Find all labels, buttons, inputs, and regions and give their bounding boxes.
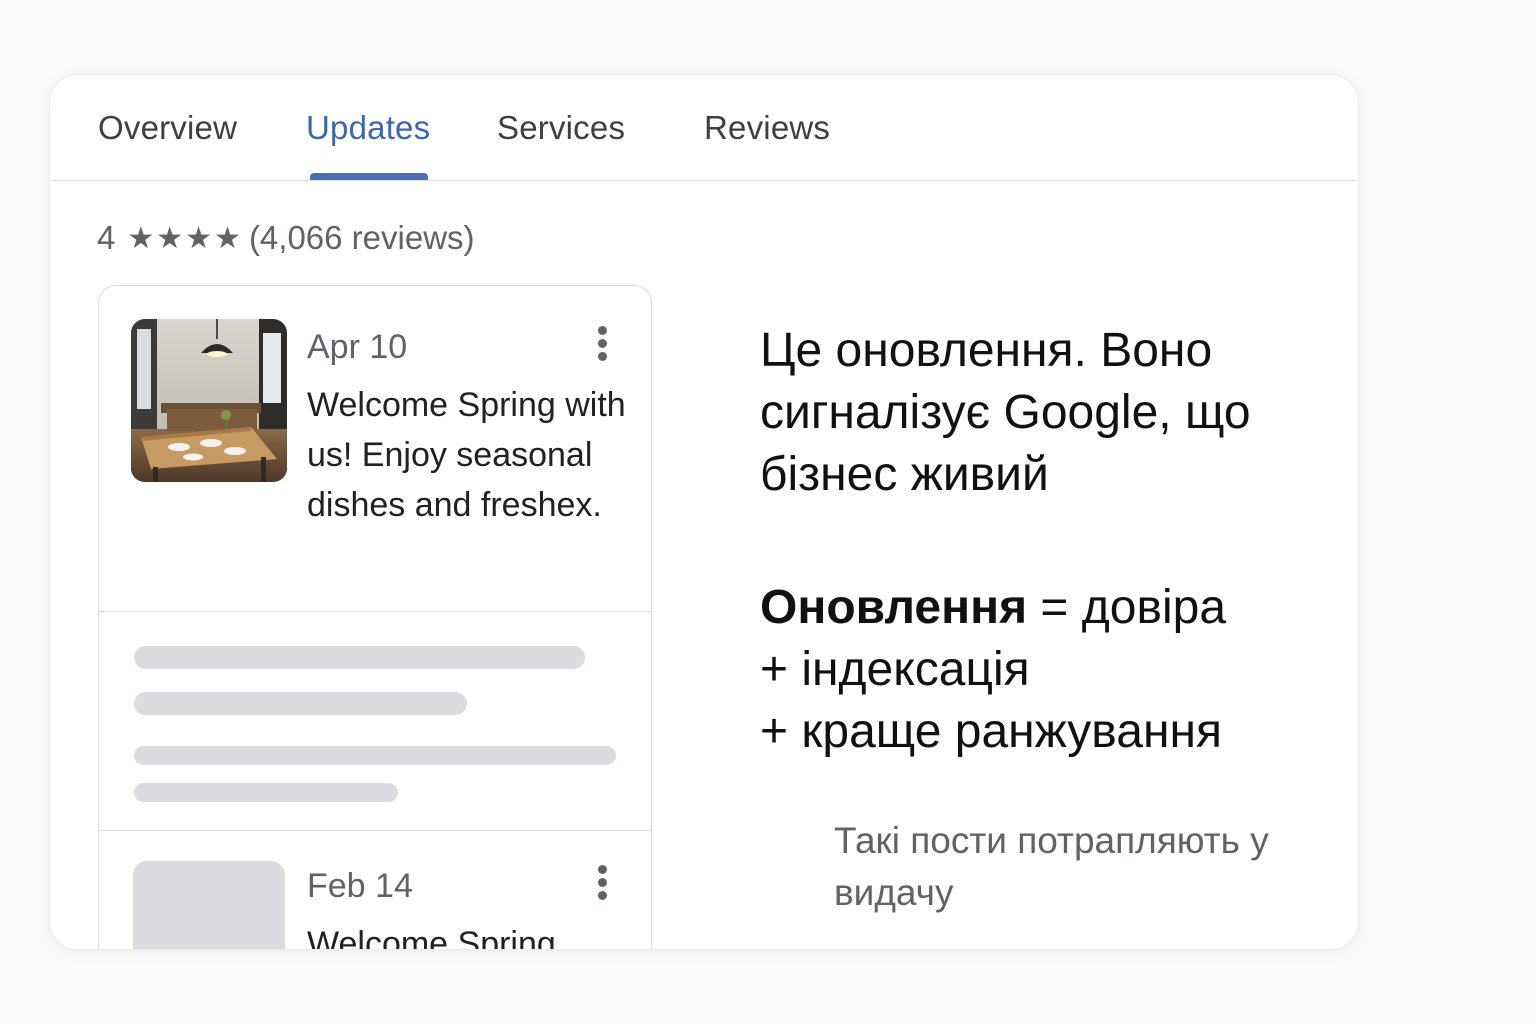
skeleton-line xyxy=(134,783,398,802)
rating-summary: 4 ★★★★ (4,066 reviews) xyxy=(97,219,475,257)
tab-reviews[interactable]: Reviews xyxy=(704,109,830,147)
tab-overview[interactable]: Overview xyxy=(98,109,237,147)
restaurant-photo-icon xyxy=(131,319,287,482)
more-options-icon[interactable] xyxy=(589,865,615,907)
formula-line-indexing: + індексація xyxy=(760,643,1030,696)
tab-services[interactable]: Services xyxy=(497,109,625,147)
rating-value: 4 xyxy=(97,219,116,256)
post-date: Apr 10 xyxy=(307,328,408,366)
star-rating-icon: ★★★★ xyxy=(127,221,243,255)
post-image-placeholder xyxy=(133,861,285,949)
tab-bar: Overview Updates Services Reviews xyxy=(50,75,1358,181)
post-text: Welcome Spring with us! Enjoy seasonal d… xyxy=(307,386,626,524)
post-text: Welcome Spring xyxy=(307,925,556,950)
skeleton-line xyxy=(134,646,585,669)
formula-line-ranking: + краще ранжування xyxy=(760,705,1222,758)
active-tab-indicator xyxy=(310,173,428,180)
business-profile-card: Overview Updates Services Reviews 4 ★★★★… xyxy=(49,74,1359,950)
update-post[interactable]: Apr 10 Welcome Spring with us! Enjoy sea… xyxy=(99,286,651,612)
more-options-icon[interactable] xyxy=(589,326,615,368)
formula-rest: = довіра xyxy=(1040,581,1227,634)
skeleton-line xyxy=(134,746,616,765)
updates-feed: Apr 10 Welcome Spring with us! Enjoy sea… xyxy=(98,285,652,950)
loading-placeholder xyxy=(99,612,651,831)
post-date: Feb 14 xyxy=(307,867,413,905)
skeleton-line xyxy=(134,692,467,715)
review-count[interactable]: (4,066 reviews) xyxy=(249,219,475,257)
formula-keyword: Оновлення xyxy=(760,581,1028,634)
post-image[interactable] xyxy=(131,319,287,482)
update-post[interactable]: Feb 14 Welcome Spring xyxy=(99,831,651,950)
annotation-note: Такі пости потрапляють у видачу xyxy=(834,820,1269,913)
tab-updates[interactable]: Updates xyxy=(306,109,430,147)
annotation-formula: Оновлення = довіра + індексація + краще … xyxy=(760,577,1320,763)
annotation-main: Це оновлення. Воно сигналізує Google, що… xyxy=(760,324,1251,501)
